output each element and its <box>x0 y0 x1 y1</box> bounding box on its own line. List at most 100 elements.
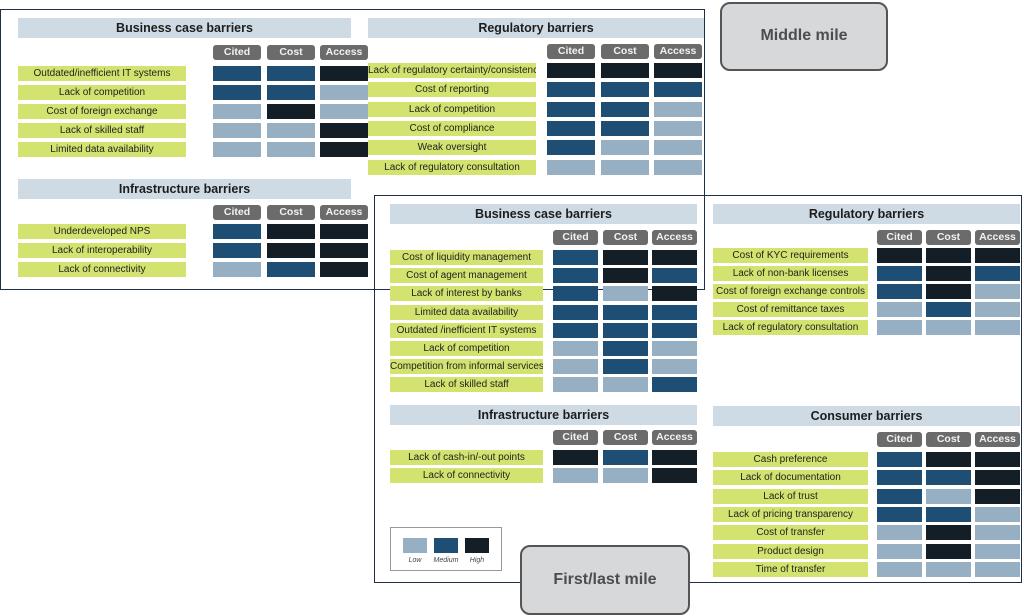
rating-cell-access <box>975 266 1020 281</box>
rating-cell-cost <box>603 305 648 320</box>
rating-cell-cost <box>926 544 971 559</box>
rating-cell-cost <box>926 284 971 299</box>
rating-cell-access <box>975 284 1020 299</box>
rating-cell-cited <box>213 66 261 81</box>
rating-cell-access <box>975 525 1020 540</box>
barrier-label: Cost of remittance taxes <box>713 302 868 317</box>
rating-cell-cited <box>213 104 261 119</box>
column-header-cost: Cost <box>267 45 315 60</box>
rating-cell-cost <box>603 250 648 265</box>
rating-cell-cited <box>553 377 598 392</box>
rating-cell-cost <box>267 85 315 100</box>
column-header-cited: Cited <box>213 45 261 60</box>
legend-swatch-medium <box>434 538 458 553</box>
legend: Low Medium High <box>390 527 502 571</box>
rating-cell-access <box>975 452 1020 467</box>
rating-cell-cost <box>926 452 971 467</box>
rating-cell-cost <box>601 121 649 136</box>
rating-cell-access <box>652 286 697 301</box>
rating-cell-cited <box>877 562 922 577</box>
barrier-label: Lack of connectivity <box>18 262 186 277</box>
rating-cell-access <box>975 320 1020 335</box>
barrier-label: Cost of agent management <box>390 268 543 283</box>
rating-cell-cost <box>603 323 648 338</box>
rating-cell-cited <box>553 359 598 374</box>
rating-cell-access <box>320 224 368 239</box>
rating-cell-cited <box>877 284 922 299</box>
rating-cell-cited <box>877 266 922 281</box>
rating-cell-cited <box>553 323 598 338</box>
rating-cell-cost <box>267 123 315 138</box>
rating-cell-cited <box>547 160 595 175</box>
rating-cell-cited <box>213 123 261 138</box>
barrier-label: Lack of interoperability <box>18 243 186 258</box>
legend-swatch-high <box>465 538 489 553</box>
rating-cell-cost <box>601 82 649 97</box>
rating-cell-cited <box>213 142 261 157</box>
rating-cell-cited <box>877 248 922 263</box>
barrier-label: Lack of competition <box>368 102 536 117</box>
barrier-label: Lack of trust <box>713 489 868 504</box>
rating-cell-access <box>652 468 697 483</box>
rating-cell-access <box>975 489 1020 504</box>
rating-cell-cited <box>553 450 598 465</box>
rating-cell-cited <box>877 507 922 522</box>
barrier-label: Lack of regulatory consultation <box>713 320 868 335</box>
rating-cell-access <box>652 268 697 283</box>
rating-cell-access <box>652 359 697 374</box>
legend-item-low: Low <box>403 538 427 564</box>
section-title: Regulatory barriers <box>368 18 704 38</box>
column-header-cost: Cost <box>603 230 648 245</box>
rating-cell-cost <box>267 142 315 157</box>
barrier-label: Competition from informal services <box>390 359 543 374</box>
rating-cell-cost <box>926 248 971 263</box>
section-title: Business case barriers <box>390 204 697 224</box>
rating-cell-cited <box>877 544 922 559</box>
rating-cell-cost <box>603 286 648 301</box>
rating-cell-cost <box>926 266 971 281</box>
rating-cell-access <box>654 63 702 78</box>
legend-item-medium: Medium <box>434 538 458 564</box>
rating-cell-cited <box>547 121 595 136</box>
rating-cell-cost <box>603 377 648 392</box>
rating-cell-cited <box>213 243 261 258</box>
column-header-access: Access <box>654 44 702 59</box>
column-header-cited: Cited <box>213 205 261 220</box>
rating-cell-cited <box>877 452 922 467</box>
column-header-access: Access <box>320 45 368 60</box>
rating-cell-access <box>320 142 368 157</box>
rating-cell-access <box>320 262 368 277</box>
rating-cell-access <box>975 544 1020 559</box>
barrier-label: Lack of interest by banks <box>390 286 543 301</box>
rating-cell-access <box>320 66 368 81</box>
barrier-label: Cost of KYC requirements <box>713 248 868 263</box>
barrier-label: Cost of foreign exchange controls <box>713 284 868 299</box>
rating-cell-cost <box>926 302 971 317</box>
column-header-cost: Cost <box>926 230 971 245</box>
rating-cell-cost <box>267 243 315 258</box>
section-title: Consumer barriers <box>713 406 1020 426</box>
column-header-cited: Cited <box>877 230 922 245</box>
column-header-access: Access <box>975 230 1020 245</box>
rating-cell-cost <box>601 63 649 78</box>
rating-cell-cited <box>213 262 261 277</box>
barrier-label: Lack of competition <box>18 85 186 100</box>
rating-cell-access <box>652 341 697 356</box>
rating-cell-access <box>975 248 1020 263</box>
barrier-label: Weak oversight <box>368 140 536 155</box>
rating-cell-cost <box>601 160 649 175</box>
barrier-label: Cost of foreign exchange <box>18 104 186 119</box>
rating-cell-cost <box>603 359 648 374</box>
column-header-cited: Cited <box>877 432 922 447</box>
barrier-label: Lack of skilled staff <box>18 123 186 138</box>
column-header-access: Access <box>652 230 697 245</box>
rating-cell-access <box>654 121 702 136</box>
rating-cell-cost <box>601 140 649 155</box>
rating-cell-cost <box>926 507 971 522</box>
barrier-label: Cost of transfer <box>713 525 868 540</box>
column-header-cost: Cost <box>926 432 971 447</box>
rating-cell-cost <box>603 268 648 283</box>
rating-cell-access <box>652 305 697 320</box>
first-last-mile-label: First/last mile <box>520 545 690 615</box>
barrier-label: Outdated /inefficient IT systems <box>390 323 543 338</box>
